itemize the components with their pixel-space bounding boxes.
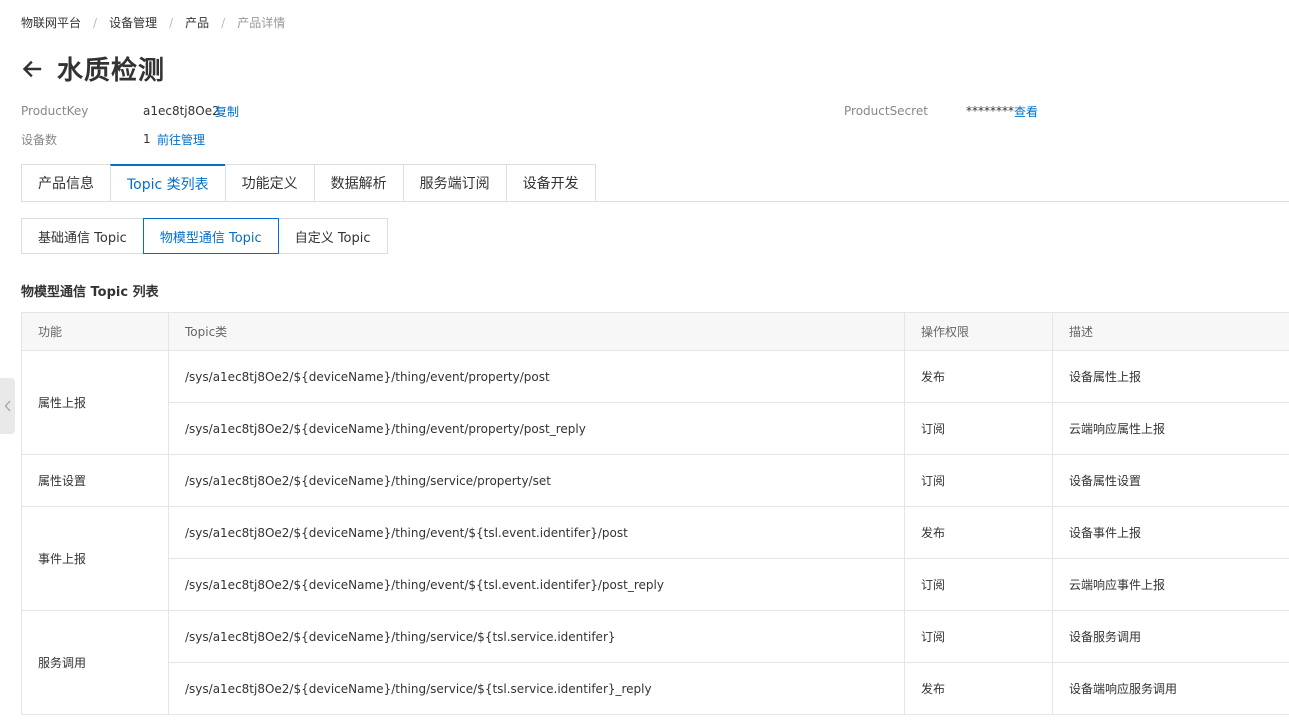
tab-server-subscription[interactable]: 服务端订阅	[402, 164, 507, 201]
function-cell: 属性上报	[21, 350, 169, 455]
breadcrumb-item-device-management[interactable]: 设备管理	[109, 14, 157, 31]
breadcrumb: 物联网平台 / 设备管理 / 产品 / 产品详情	[21, 14, 285, 31]
function-cell: 事件上报	[21, 506, 169, 611]
table-row: /sys/a1ec8tj8Oe2/${deviceName}/thing/ser…	[22, 662, 1289, 715]
arrow-left-icon[interactable]	[21, 58, 43, 80]
topic-table: 功能 Topic类 操作权限 描述 属性上报 /sys/a1ec8tj8Oe2/…	[21, 312, 1289, 715]
permission-cell: 订阅	[904, 454, 1053, 507]
function-cell: 服务调用	[21, 610, 169, 715]
description-cell: 设备属性上报	[1052, 350, 1289, 403]
tab-data-parsing[interactable]: 数据解析	[313, 164, 404, 201]
main-tabs: 产品信息 Topic 类列表 功能定义 数据解析 服务端订阅 设备开发	[21, 164, 1289, 202]
manage-link[interactable]: 前往管理	[157, 131, 205, 148]
product-key-row: ProductKey a1ec8tj8Oe2 复制	[21, 103, 281, 119]
chevron-left-icon	[4, 400, 11, 412]
sidebar-toggle[interactable]	[0, 378, 15, 434]
tab-product-info[interactable]: 产品信息	[21, 164, 111, 201]
table-row: 属性上报 /sys/a1ec8tj8Oe2/${deviceName}/thin…	[21, 350, 1289, 455]
breadcrumb-separator: /	[221, 15, 226, 30]
topic-cell: /sys/a1ec8tj8Oe2/${deviceName}/thing/eve…	[168, 402, 905, 455]
topic-cell: /sys/a1ec8tj8Oe2/${deviceName}/thing/eve…	[168, 506, 905, 559]
device-count-label: 设备数	[21, 132, 58, 147]
table-row: /sys/a1ec8tj8Oe2/${deviceName}/thing/eve…	[22, 558, 1289, 611]
product-secret-row: ProductSecret ******** 查看	[844, 103, 1104, 119]
product-secret-label: ProductSecret	[844, 104, 928, 118]
subtab-custom-topic[interactable]: 自定义 Topic	[277, 218, 388, 254]
permission-cell: 订阅	[904, 402, 1053, 455]
topic-cell: /sys/a1ec8tj8Oe2/${deviceName}/thing/eve…	[168, 350, 905, 403]
description-cell: 设备属性设置	[1052, 454, 1289, 507]
topic-cell: /sys/a1ec8tj8Oe2/${deviceName}/thing/ser…	[168, 662, 905, 715]
topic-cell: /sys/a1ec8tj8Oe2/${deviceName}/thing/eve…	[168, 558, 905, 611]
breadcrumb-item-product[interactable]: 产品	[185, 14, 209, 31]
product-key-label: ProductKey	[21, 104, 89, 118]
table-row: /sys/a1ec8tj8Oe2/${deviceName}/thing/eve…	[22, 402, 1289, 455]
description-cell: 设备端响应服务调用	[1052, 662, 1289, 715]
tab-device-development[interactable]: 设备开发	[505, 164, 596, 201]
copy-link[interactable]: 复制	[215, 103, 239, 120]
device-count-row: 设备数 1 前往管理	[21, 131, 281, 147]
column-header-function: 功能	[21, 312, 169, 351]
table-row: 属性设置 /sys/a1ec8tj8Oe2/${deviceName}/thin…	[21, 454, 1289, 507]
description-cell: 设备服务调用	[1052, 610, 1289, 663]
tab-function-definition[interactable]: 功能定义	[224, 164, 315, 201]
description-cell: 云端响应属性上报	[1052, 402, 1289, 455]
table-row: 服务调用 /sys/a1ec8tj8Oe2/${deviceName}/thin…	[21, 610, 1289, 715]
permission-cell: 订阅	[904, 558, 1053, 611]
breadcrumb-item-current: 产品详情	[237, 16, 286, 30]
view-secret-link[interactable]: 查看	[1014, 103, 1038, 120]
column-header-permission: 操作权限	[904, 312, 1053, 351]
column-header-topic: Topic类	[168, 312, 905, 351]
subtab-thing-model-topic[interactable]: 物模型通信 Topic	[142, 218, 279, 254]
permission-cell: 发布	[904, 350, 1053, 403]
breadcrumb-separator: /	[93, 15, 98, 30]
subtab-basic-topic[interactable]: 基础通信 Topic	[21, 218, 144, 254]
section-title: 物模型通信 Topic 列表	[21, 285, 159, 300]
product-secret-value: ********	[966, 104, 1014, 118]
column-header-description: 描述	[1052, 312, 1289, 351]
title-row: 水质检测	[21, 50, 165, 87]
product-key-value: a1ec8tj8Oe2	[143, 104, 220, 118]
topic-cell: /sys/a1ec8tj8Oe2/${deviceName}/thing/ser…	[168, 454, 905, 507]
topic-subtabs: 基础通信 Topic 物模型通信 Topic 自定义 Topic	[21, 218, 388, 254]
table-row: 事件上报 /sys/a1ec8tj8Oe2/${deviceName}/thin…	[21, 506, 1289, 611]
permission-cell: 发布	[904, 506, 1053, 559]
description-cell: 设备事件上报	[1052, 506, 1289, 559]
permission-cell: 发布	[904, 662, 1053, 715]
tab-topic-list[interactable]: Topic 类列表	[110, 164, 226, 201]
description-cell: 云端响应事件上报	[1052, 558, 1289, 611]
topic-cell: /sys/a1ec8tj8Oe2/${deviceName}/thing/ser…	[168, 610, 905, 663]
permission-cell: 订阅	[904, 610, 1053, 663]
breadcrumb-separator: /	[169, 15, 174, 30]
table-header-row: 功能 Topic类 操作权限 描述	[21, 312, 1289, 351]
breadcrumb-item-iot-platform[interactable]: 物联网平台	[21, 14, 81, 31]
device-count-value: 1	[143, 132, 151, 146]
function-cell: 属性设置	[21, 454, 169, 507]
page-title: 水质检测	[57, 56, 166, 86]
